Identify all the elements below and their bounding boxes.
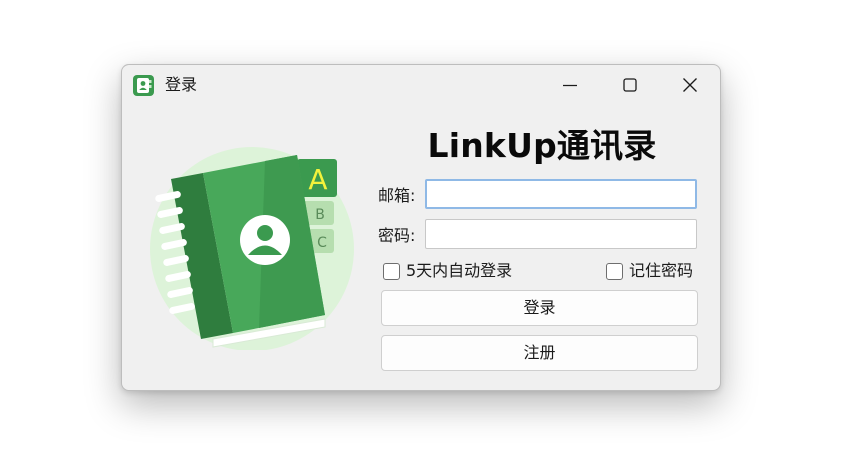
address-book-icon: A B C xyxy=(150,147,354,350)
tab-letter-b: B xyxy=(315,207,325,223)
window-title: 登录 xyxy=(165,75,198,94)
minimize-icon xyxy=(563,84,577,87)
login-window: 登录 A B C LinkUp通讯录 邮箱: 密码: 5天内自动登录 记住密码 … xyxy=(121,64,721,391)
auto-login-checkbox[interactable]: 5天内自动登录 xyxy=(383,261,512,281)
remember-password-label: 记住密码 xyxy=(629,261,694,280)
close-icon xyxy=(683,78,697,92)
close-button[interactable] xyxy=(660,65,720,105)
maximize-button[interactable] xyxy=(600,65,660,105)
app-heading: LinkUp通讯录 xyxy=(427,126,657,165)
password-label: 密码: xyxy=(378,226,416,245)
app-contacts-icon xyxy=(133,75,154,96)
auto-login-label: 5天内自动登录 xyxy=(406,261,513,280)
minimize-button[interactable] xyxy=(540,65,600,105)
email-field[interactable] xyxy=(425,179,697,209)
remember-password-checkbox[interactable]: 记住密码 xyxy=(606,261,693,281)
title-bar[interactable]: 登录 xyxy=(122,65,720,105)
auto-login-checkbox-box[interactable] xyxy=(383,262,400,280)
password-field[interactable] xyxy=(425,219,697,249)
tab-letter-a: A xyxy=(308,163,327,196)
login-button[interactable]: 登录 xyxy=(381,290,698,326)
remember-password-checkbox-box[interactable] xyxy=(606,262,623,280)
email-label: 邮箱: xyxy=(378,186,416,205)
register-button[interactable]: 注册 xyxy=(381,335,698,371)
tab-letter-c: C xyxy=(317,235,327,251)
maximize-icon xyxy=(623,78,637,92)
